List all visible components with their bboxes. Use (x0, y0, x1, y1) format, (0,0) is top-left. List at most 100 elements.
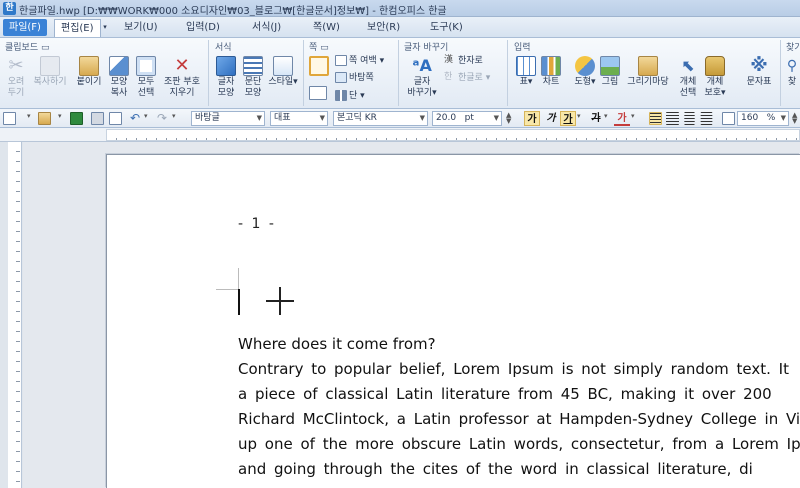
zoom-select[interactable]: 160 % ▼ (737, 111, 789, 126)
document-line[interactable]: and going through the cites of the word … (238, 460, 753, 478)
underline-dropdown-icon[interactable]: ▾ (577, 112, 585, 125)
print-icon[interactable] (91, 112, 104, 125)
vertical-ruler[interactable] (8, 142, 22, 488)
page-setup-button[interactable] (307, 56, 331, 77)
font-color-button[interactable]: 가 (614, 111, 630, 126)
document-line[interactable]: Contrary to popular belief, Lorem Ipsum … (238, 360, 789, 378)
symbol-button[interactable]: ※ 문자표 (744, 56, 774, 88)
language-select[interactable]: 대표 ▼ (270, 111, 328, 126)
folder-icon (638, 56, 658, 76)
hangul-app-icon: 한 (3, 2, 16, 15)
menu-view[interactable]: 보기(U) (124, 19, 158, 36)
text-convert-button[interactable]: ᵃA 글자 바꾸기▾ (405, 56, 439, 99)
menu-tools[interactable]: 도구(K) (430, 19, 463, 36)
menu-file[interactable]: 파일(F) (3, 19, 47, 36)
horizontal-ruler[interactable] (0, 128, 800, 142)
document-line[interactable]: up one of the more obscure Latin words, … (238, 435, 800, 453)
font-select[interactable]: 본고딕 KR ▼ (333, 111, 428, 126)
zoom-stepper-icon[interactable]: ▲ ▼ (792, 112, 800, 125)
remove-codes-button[interactable]: ✕ 조판 부호 지우기 (160, 56, 204, 99)
find-button[interactable]: ⚲ 찾 (784, 56, 800, 88)
underline-button[interactable]: 가 (560, 111, 576, 126)
group-separator (507, 40, 508, 106)
open-dropdown-icon[interactable]: ▾ (58, 112, 66, 125)
menu-overflow-icon[interactable]: ▾ (100, 19, 110, 36)
page-number: - 1 - (238, 216, 276, 232)
menu-edit[interactable]: 편집(E) (54, 19, 101, 37)
align-left-icon[interactable] (666, 112, 679, 125)
scissors-icon: ✂ (8, 55, 24, 76)
bold-button[interactable]: 가 (524, 111, 540, 126)
style-icon (273, 56, 293, 76)
group-separator (398, 40, 399, 106)
group-separator (208, 40, 209, 106)
para-shape-button[interactable]: 문단 모양 (240, 56, 266, 99)
to-hangul-button[interactable]: 한 한글로 ▾ (444, 71, 490, 85)
picture-button[interactable]: 그림 (598, 56, 622, 88)
zoom-unit: % (766, 113, 776, 123)
select-all-button[interactable]: 모두 선택 (134, 56, 158, 99)
group-label-page: 쪽 ▭ (309, 43, 329, 53)
save-icon[interactable] (70, 112, 83, 125)
shape-button[interactable]: 도형▾ (572, 56, 598, 88)
new-document-icon[interactable] (3, 112, 16, 125)
font-size-value: 20.0 (436, 113, 457, 123)
color-dropdown-icon[interactable]: ▾ (631, 112, 639, 125)
font-size-stepper-icon[interactable]: ▲ ▼ (506, 112, 516, 125)
cut-button[interactable]: ✂ 오려 두기 (4, 56, 28, 99)
protect-object-button[interactable]: 개체 보호▾ (702, 56, 728, 99)
column-button[interactable]: 단 ▾ (335, 89, 365, 103)
margin-icon (335, 55, 347, 66)
menu-input[interactable]: 입력(D) (186, 19, 220, 36)
open-folder-icon[interactable] (38, 112, 51, 125)
group-separator (303, 40, 304, 106)
page-margin-button[interactable]: 쪽 여백 ▾ (335, 54, 384, 68)
columns-icon (335, 90, 347, 101)
new-dropdown-icon[interactable]: ▾ (27, 112, 35, 125)
align-center-icon[interactable] (684, 112, 695, 125)
page-extra-button[interactable] (309, 86, 329, 100)
crosshair-cursor-icon (266, 287, 294, 315)
chevron-down-icon: ▼ (419, 114, 425, 122)
style-button[interactable]: 스타일▾ (267, 56, 299, 88)
paste-button[interactable]: 붙이기 (74, 56, 104, 88)
char-shape-icon (216, 56, 236, 76)
redo-dropdown-icon[interactable]: ▾ (172, 112, 180, 125)
brush-icon (109, 56, 129, 76)
align-right-icon[interactable] (700, 112, 713, 125)
print-preview-icon[interactable] (109, 112, 122, 125)
copy-button[interactable]: 복사하기 (29, 56, 71, 88)
hangul-icon: 한 (444, 72, 453, 82)
align-justify-icon[interactable] (649, 112, 662, 125)
redo-icon[interactable]: ↷ (157, 112, 170, 125)
clipboard-icon (79, 56, 99, 76)
format-painter-button[interactable]: 모양 복사 (106, 56, 132, 99)
chart-button[interactable]: 차트 (539, 56, 563, 88)
convert-text-icon: ᵃA (412, 56, 432, 75)
font-size-input[interactable]: 20.0 pt ▼ (432, 111, 502, 126)
drawing-gallery-button[interactable]: 그리기마당 (624, 56, 672, 88)
table-button[interactable]: 표▾ (514, 56, 538, 88)
strikethrough-button[interactable]: 가 (588, 111, 604, 126)
page-layout-icon (309, 86, 327, 100)
undo-icon[interactable]: ↶ (130, 112, 143, 125)
document-line[interactable]: a piece of classical Latin literature fr… (238, 385, 772, 403)
menu-page[interactable]: 쪽(W) (313, 19, 340, 36)
char-shape-button[interactable]: 글자 모양 (213, 56, 239, 99)
style-select[interactable]: 바탕글 ▼ (191, 111, 265, 126)
strike-dropdown-icon[interactable]: ▾ (604, 112, 612, 125)
to-hanja-button[interactable]: 漢 한자로 (444, 54, 483, 68)
italic-button[interactable]: 가 (543, 111, 559, 126)
menu-bar: 파일(F) 편집(E) ▾ 보기(U) 입력(D) 서식(J) 쪽(W) 보안(… (0, 17, 800, 38)
document-heading[interactable]: Where does it come from? (238, 335, 436, 353)
undo-dropdown-icon[interactable]: ▾ (144, 112, 152, 125)
hanja-icon: 漢 (444, 55, 454, 65)
select-object-button[interactable]: ⬉ 개체 선택 (676, 56, 700, 99)
menu-security[interactable]: 보안(R) (367, 19, 400, 36)
document-line[interactable]: Richard McClintock, a Latin professor at… (238, 410, 800, 428)
group-separator (780, 40, 781, 106)
zoom-page-icon[interactable] (722, 112, 735, 125)
master-page-icon (335, 72, 347, 83)
menu-format[interactable]: 서식(J) (252, 19, 281, 36)
master-page-button[interactable]: 바탕쪽 (335, 71, 374, 85)
